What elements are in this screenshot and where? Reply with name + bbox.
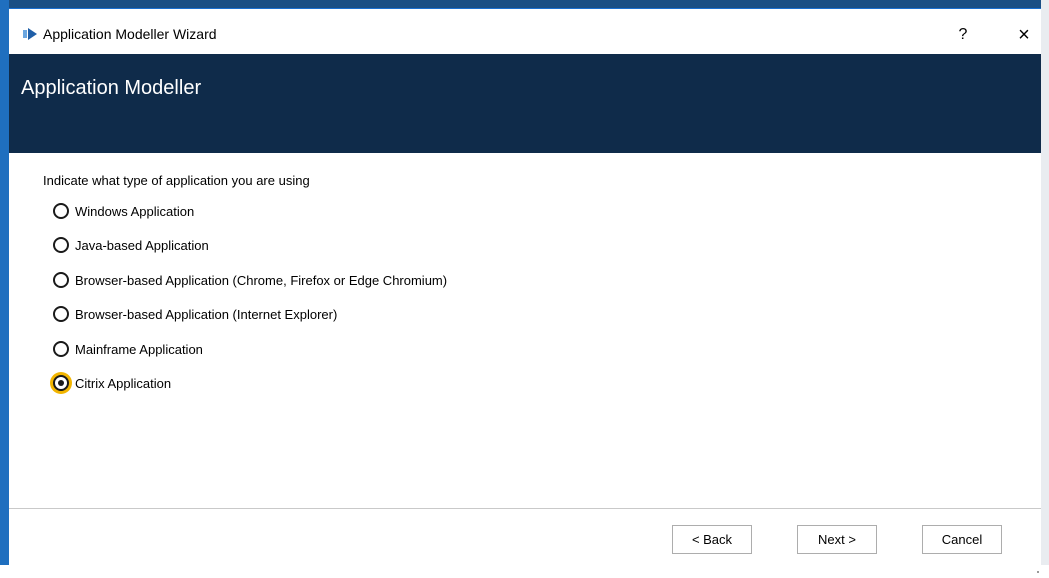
radio-button[interactable] bbox=[53, 237, 69, 253]
close-button[interactable]: × bbox=[1012, 23, 1036, 47]
option-label: Browser-based Application (Internet Expl… bbox=[75, 306, 338, 322]
option-java-application[interactable]: Java-based Application bbox=[53, 236, 209, 254]
radio-button[interactable] bbox=[53, 272, 69, 288]
question-label: Indicate what type of application you ar… bbox=[43, 173, 310, 188]
radio-button[interactable] bbox=[53, 203, 69, 219]
option-label: Citrix Application bbox=[75, 375, 172, 391]
app-icon bbox=[23, 27, 37, 45]
help-button[interactable]: ? bbox=[952, 23, 974, 47]
option-label: Browser-based Application (Chrome, Firef… bbox=[75, 272, 448, 288]
radio-button[interactable] bbox=[53, 341, 69, 357]
option-label: Mainframe Application bbox=[75, 341, 203, 357]
option-windows-application[interactable]: Windows Application bbox=[53, 202, 194, 220]
title-bar: Application Modeller Wizard ? × bbox=[9, 9, 1041, 53]
option-citrix-application[interactable]: Citrix Application bbox=[53, 374, 171, 392]
option-label: Java-based Application bbox=[75, 237, 209, 253]
resize-grip-icon[interactable] bbox=[1035, 560, 1039, 573]
header-banner: Application Modeller bbox=[9, 54, 1041, 153]
radio-button[interactable] bbox=[53, 306, 69, 322]
page-title: Application Modeller bbox=[21, 77, 202, 99]
wizard-dialog: Application Modeller Wizard ? × Applicat… bbox=[9, 8, 1041, 573]
cancel-button[interactable]: Cancel bbox=[922, 525, 1002, 554]
button-bar: < Back Next > Cancel bbox=[9, 509, 1041, 573]
background-desktop-edge bbox=[0, 0, 9, 565]
radio-button-selected[interactable] bbox=[53, 375, 69, 391]
window-title: Application Modeller Wizard bbox=[43, 26, 217, 42]
background-desktop-strip bbox=[0, 0, 1049, 8]
option-browser-chrome-application[interactable]: Browser-based Application (Chrome, Firef… bbox=[53, 271, 447, 289]
back-button[interactable]: < Back bbox=[672, 525, 752, 554]
wizard-content: Indicate what type of application you ar… bbox=[9, 153, 1041, 509]
option-label: Windows Application bbox=[75, 203, 195, 219]
option-browser-ie-application[interactable]: Browser-based Application (Internet Expl… bbox=[53, 305, 337, 323]
next-button[interactable]: Next > bbox=[797, 525, 877, 554]
option-mainframe-application[interactable]: Mainframe Application bbox=[53, 340, 203, 358]
background-right-edge bbox=[1041, 0, 1049, 565]
